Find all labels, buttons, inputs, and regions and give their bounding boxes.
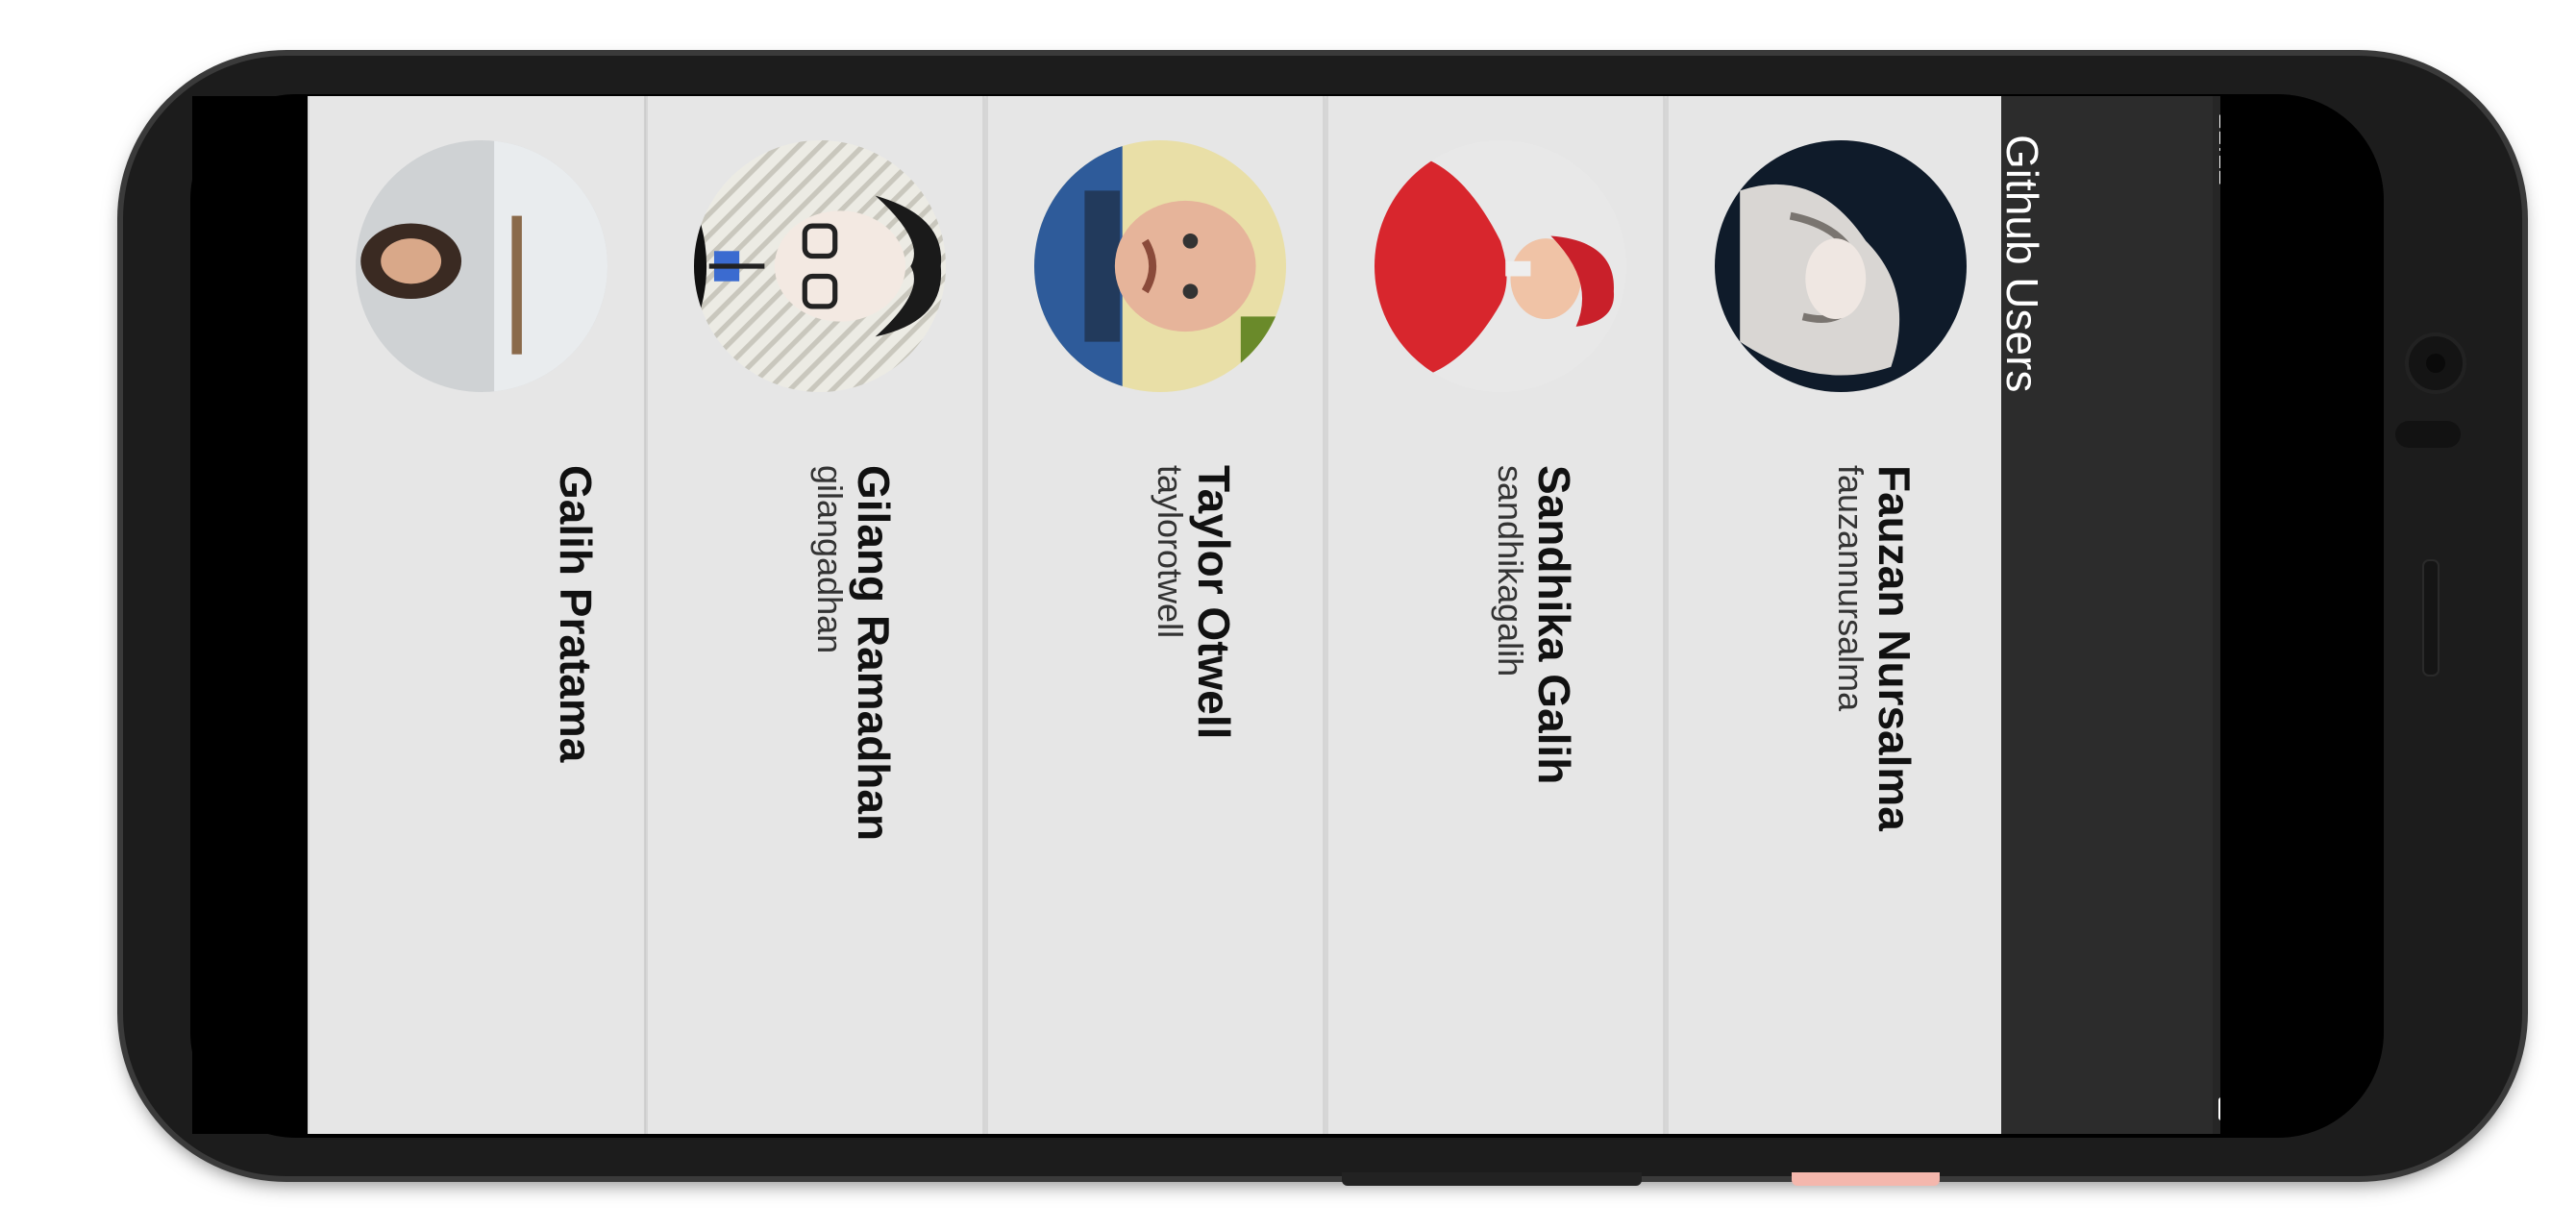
user-username: taylorotwell	[1151, 465, 1190, 639]
user-avatar	[1715, 140, 1967, 392]
power-button	[1792, 1172, 1940, 1186]
user-avatar	[1034, 140, 1286, 392]
app-title: Github Users	[1997, 135, 2047, 393]
proximity-sensor	[2395, 421, 2461, 448]
user-card[interactable]: Taylor Otwell taylorotwell	[986, 96, 1325, 1134]
user-list: Galih Pratama Gilang Ramadhan gilangadha…	[308, 96, 2005, 1134]
user-name: Galih Pratama	[551, 465, 601, 763]
user-avatar	[694, 140, 946, 392]
user-avatar	[1375, 140, 1626, 392]
user-username: sandhikagalih	[1491, 465, 1530, 677]
battery-icon	[2218, 1097, 2220, 1120]
app-bar: Github Users	[1997, 96, 2213, 1134]
user-username: fauzannursalma	[1831, 465, 1870, 712]
user-name: Fauzan Nursalma	[1870, 465, 1920, 831]
user-card[interactable]: Fauzan Nursalma fauzannursalma	[1667, 96, 2005, 1134]
user-card[interactable]: Sandhika Galih sandhikagalih	[1326, 96, 1665, 1134]
user-name: Gilang Ramadhan	[849, 465, 899, 842]
front-camera	[2405, 332, 2466, 394]
status-bar: 21.12	[2213, 96, 2220, 1134]
user-avatar	[356, 140, 607, 392]
status-time: 21.12	[2213, 113, 2220, 186]
user-name: Sandhika Galih	[1529, 465, 1579, 785]
user-name: Taylor Otwell	[1189, 465, 1239, 740]
user-username: gilangadhan	[810, 465, 850, 654]
user-card[interactable]: Gilang Ramadhan gilangadhan	[646, 96, 984, 1134]
device-screen: Galih Pratama Gilang Ramadhan gilangadha…	[192, 96, 2220, 1134]
earpiece-speaker	[2422, 559, 2440, 676]
volume-button	[1342, 1172, 1642, 1186]
user-card[interactable]: Galih Pratama	[308, 96, 646, 1134]
